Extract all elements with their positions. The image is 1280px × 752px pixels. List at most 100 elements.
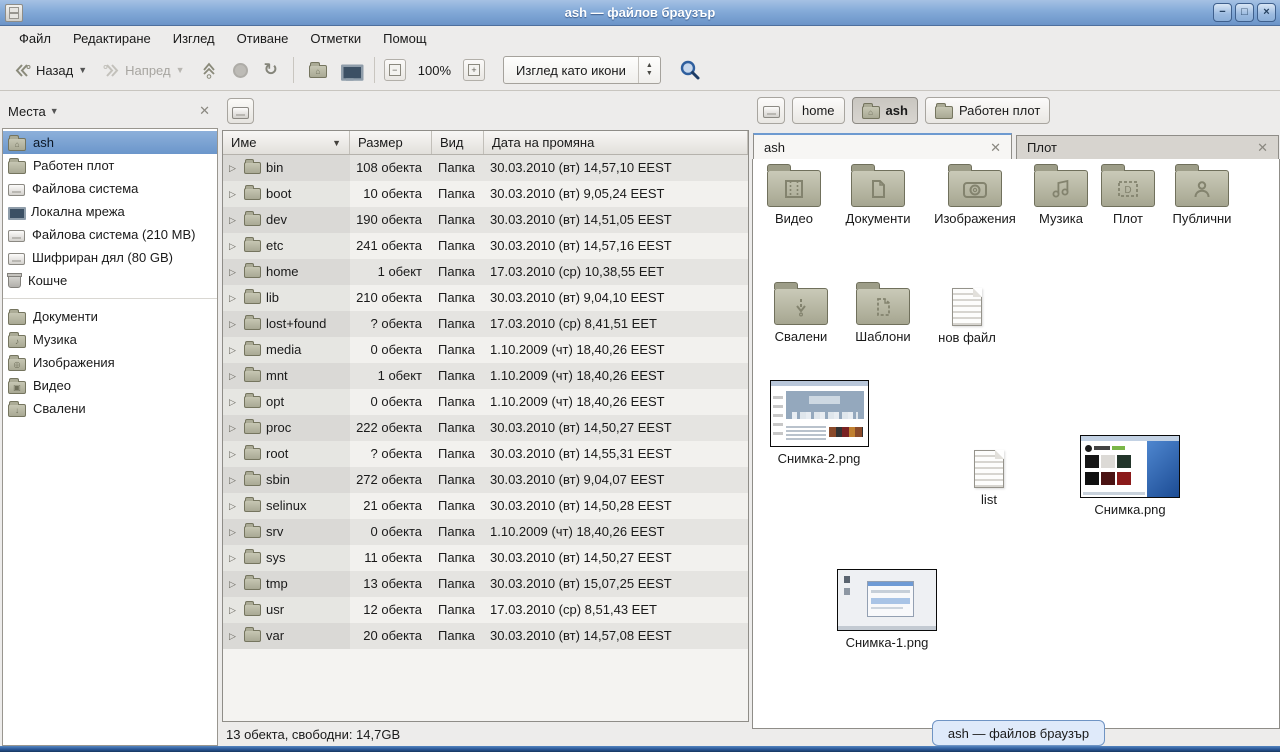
tab-close-icon[interactable]: ✕ — [990, 140, 1001, 156]
expander-icon[interactable]: ▷ — [229, 337, 239, 363]
table-row[interactable]: ▷sbin272 обектаПапка30.03.2010 (вт) 9,04… — [223, 467, 748, 493]
expander-icon[interactable]: ▷ — [229, 571, 239, 597]
icon-item-documents[interactable]: Документи — [843, 170, 913, 226]
table-row[interactable]: ▷sys11 обектаПапка30.03.2010 (вт) 14,50,… — [223, 545, 748, 571]
sidebar-item-pictures[interactable]: ◎ Изображения — [3, 351, 217, 374]
places-selector[interactable]: Места ▼ — [8, 104, 59, 119]
tab-ash[interactable]: ash ✕ — [753, 133, 1012, 160]
expander-icon[interactable]: ▷ — [229, 181, 239, 207]
sidebar-item-ash[interactable]: ⌂ ash — [3, 131, 217, 154]
icon-item-pictures[interactable]: Изображения — [931, 170, 1019, 226]
menu-bookmarks[interactable]: Отметки — [301, 29, 370, 48]
up-button[interactable] — [195, 57, 223, 83]
icon-item-video[interactable]: Видео — [763, 170, 825, 226]
icon-item-desktop[interactable]: D Плот — [1100, 170, 1156, 226]
sidebar-item-trash[interactable]: Кошче — [3, 269, 217, 292]
table-row[interactable]: ▷usr12 обектаПапка17.03.2010 (ср) 8,51,4… — [223, 597, 748, 623]
menu-edit[interactable]: Редактиране — [64, 29, 160, 48]
sidebar-item-downloads[interactable]: ↓ Свалени — [3, 397, 217, 420]
table-row[interactable]: ▷proc222 обектаПапка30.03.2010 (вт) 14,5… — [223, 415, 748, 441]
path-ash-button[interactable]: ⌂ ash — [852, 97, 918, 124]
computer-button[interactable] — [337, 59, 365, 82]
expander-icon[interactable]: ▷ — [229, 441, 239, 467]
close-button[interactable]: × — [1257, 3, 1276, 22]
menu-go[interactable]: Отиване — [228, 29, 298, 48]
table-row[interactable]: ▷lib210 обектаПапка30.03.2010 (вт) 9,04,… — [223, 285, 748, 311]
root-drive-button[interactable] — [227, 98, 254, 124]
icon-item-downloads[interactable]: Свалени — [768, 288, 834, 344]
table-row[interactable]: ▷lost+found? обектаПапка17.03.2010 (ср) … — [223, 311, 748, 337]
tab-plot[interactable]: Плот ✕ — [1016, 135, 1279, 160]
home-button[interactable]: ⌂ — [303, 58, 333, 82]
expander-icon[interactable]: ▷ — [229, 363, 239, 389]
expander-icon[interactable]: ▷ — [229, 207, 239, 233]
expander-icon[interactable]: ▷ — [229, 623, 239, 649]
icon-item-templates[interactable]: Шаблони — [850, 288, 916, 344]
menu-file[interactable]: Файл — [10, 29, 60, 48]
expander-icon[interactable]: ▷ — [229, 285, 239, 311]
search-button[interactable] — [679, 59, 701, 81]
zoom-in-button[interactable]: + — [463, 59, 485, 81]
icon-item-snimka1[interactable]: Снимка-1.png — [836, 569, 938, 650]
menu-view[interactable]: Изглед — [164, 29, 224, 48]
zoom-out-button[interactable]: − — [384, 59, 406, 81]
column-header-size[interactable]: Размер — [350, 131, 432, 154]
minimize-button[interactable]: − — [1213, 3, 1232, 22]
table-row[interactable]: ▷srv0 обектаПапка1.10.2009 (чт) 18,40,26… — [223, 519, 748, 545]
sidebar-item-documents[interactable]: Документи — [3, 305, 217, 328]
table-row[interactable]: ▷tmp13 обектаПапка30.03.2010 (вт) 15,07,… — [223, 571, 748, 597]
column-header-type[interactable]: Вид — [432, 131, 484, 154]
view-mode-select[interactable]: Изглед като икони ▲▼ — [503, 56, 661, 84]
forward-dropdown-icon[interactable]: ▼ — [176, 65, 185, 75]
stop-button[interactable] — [227, 59, 254, 82]
sidebar-item-music[interactable]: ♪ Музика — [3, 328, 217, 351]
expander-icon[interactable]: ▷ — [229, 545, 239, 571]
expander-icon[interactable]: ▷ — [229, 415, 239, 441]
icon-item-list[interactable]: list — [952, 450, 1026, 507]
expander-icon[interactable]: ▷ — [229, 467, 239, 493]
sidebar-close-icon[interactable]: ✕ — [199, 103, 210, 119]
icon-item-snimka2[interactable]: Снимка-2.png — [769, 380, 869, 466]
sidebar-item-encrypted-80gb[interactable]: Шифриран дял (80 GB) — [3, 246, 217, 269]
table-row[interactable]: ▷etc241 обектаПапка30.03.2010 (вт) 14,57… — [223, 233, 748, 259]
table-row[interactable]: ▷media0 обектаПапка1.10.2009 (чт) 18,40,… — [223, 337, 748, 363]
sidebar-item-filesystem-210mb[interactable]: Файлова система (210 MB) — [3, 223, 217, 246]
table-row[interactable]: ▷root? обектаПапка30.03.2010 (вт) 14,55,… — [223, 441, 748, 467]
expander-icon[interactable]: ▷ — [229, 155, 239, 181]
maximize-button[interactable]: □ — [1235, 3, 1254, 22]
reload-button[interactable]: ↻ — [258, 56, 284, 84]
table-row[interactable]: ▷mnt1 обектПапка1.10.2009 (чт) 18,40,26 … — [223, 363, 748, 389]
expander-icon[interactable]: ▷ — [229, 597, 239, 623]
sidebar-item-filesystem[interactable]: Файлова система — [3, 177, 217, 200]
expander-icon[interactable]: ▷ — [229, 233, 239, 259]
icon-item-new-file[interactable]: нов файл — [930, 288, 1004, 345]
icon-item-music[interactable]: Музика — [1030, 170, 1092, 226]
table-row[interactable]: ▷opt0 обектаПапка1.10.2009 (чт) 18,40,26… — [223, 389, 748, 415]
icon-item-snimka[interactable]: Снимка.png — [1079, 435, 1181, 517]
table-row[interactable]: ▷selinux21 обектаПапка30.03.2010 (вт) 14… — [223, 493, 748, 519]
path-desktop-button[interactable]: Работен плот — [925, 97, 1050, 124]
back-dropdown-icon[interactable]: ▼ — [78, 65, 87, 75]
expander-icon[interactable]: ▷ — [229, 519, 239, 545]
column-header-name[interactable]: Име ▼ — [223, 131, 350, 154]
expander-icon[interactable]: ▷ — [229, 259, 239, 285]
table-row[interactable]: ▷home1 обектПапка17.03.2010 (ср) 10,38,5… — [223, 259, 748, 285]
table-row[interactable]: ▷bin108 обектаПапка30.03.2010 (вт) 14,57… — [223, 155, 748, 181]
column-header-date[interactable]: Дата на промяна — [484, 131, 748, 154]
spinner-arrows-icon[interactable]: ▲▼ — [638, 57, 660, 83]
expander-icon[interactable]: ▷ — [229, 389, 239, 415]
back-button[interactable]: Назад ▼ — [8, 59, 93, 82]
expander-icon[interactable]: ▷ — [229, 311, 239, 337]
table-row[interactable]: ▷boot10 обектаПапка30.03.2010 (вт) 9,05,… — [223, 181, 748, 207]
sidebar-item-local-network[interactable]: Локална мрежа — [3, 200, 217, 223]
forward-button[interactable]: Напред ▼ — [97, 59, 190, 82]
path-home-button[interactable]: home — [792, 97, 845, 124]
table-row[interactable]: ▷dev190 обектаПапка30.03.2010 (вт) 14,51… — [223, 207, 748, 233]
menu-help[interactable]: Помощ — [374, 29, 435, 48]
path-root-button[interactable] — [757, 97, 785, 124]
tab-close-icon[interactable]: ✕ — [1257, 140, 1268, 156]
icon-item-public[interactable]: Публични — [1166, 170, 1238, 226]
expander-icon[interactable]: ▷ — [229, 493, 239, 519]
sidebar-item-video[interactable]: ▣ Видео — [3, 374, 217, 397]
sidebar-item-desktop[interactable]: Работен плот — [3, 154, 217, 177]
